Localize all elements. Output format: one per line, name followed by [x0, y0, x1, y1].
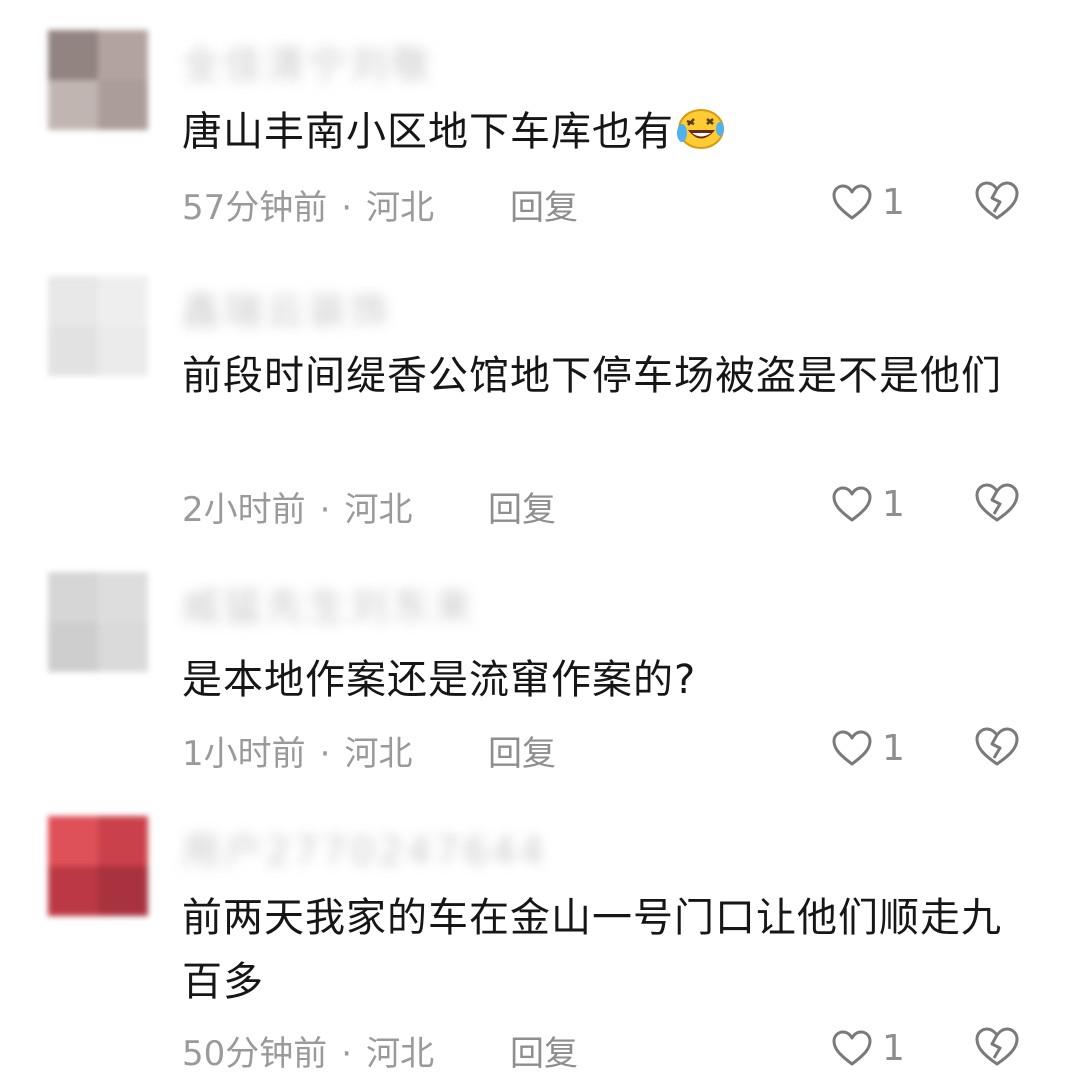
like-button[interactable]: 1 [832, 484, 905, 525]
comment-text: 前段时间缇香公馆地下停车场被盗是不是他们 [182, 353, 1002, 399]
dislike-button[interactable] [974, 726, 1020, 772]
avatar[interactable] [48, 572, 148, 672]
heart-outline-icon [832, 486, 872, 521]
comment-location: 河北 [344, 734, 413, 774]
heart-outline-icon [832, 184, 872, 219]
laughing-crying-emoji-icon [676, 106, 726, 170]
reply-button[interactable]: 回复 [488, 726, 556, 775]
dislike-button[interactable] [974, 1026, 1020, 1072]
comment-text: 前两天我家的车在金山一号门口让他们顺走九百多 [182, 895, 1002, 1005]
comment-text-content: 唐山丰南小区地下车库也有 [182, 109, 674, 155]
username[interactable]: 用户2770247644 [182, 820, 548, 875]
reply-button[interactable]: 回复 [510, 180, 578, 229]
comment-time: 2小时前 [182, 490, 306, 530]
broken-heart-icon [975, 727, 1019, 766]
meta-separator: · [341, 188, 353, 228]
comment-text: 唐山丰南小区地下车库也有 [182, 100, 1002, 170]
comment-location: 河北 [344, 490, 413, 530]
avatar[interactable] [48, 276, 148, 376]
broken-heart-icon [975, 483, 1019, 522]
comment-meta: 1小时前 · 河北 [182, 726, 412, 775]
username[interactable]: 全佳清宁刘敬 [182, 34, 434, 89]
like-button[interactable]: 1 [832, 1028, 905, 1069]
dislike-button[interactable] [974, 180, 1020, 226]
username[interactable]: 鑫瑞云装饰 [182, 280, 392, 335]
heart-outline-icon [832, 1030, 872, 1065]
like-count: 1 [882, 484, 905, 525]
reply-button[interactable]: 回复 [510, 1026, 578, 1075]
comment-time: 1小时前 [182, 734, 306, 774]
comment-meta: 57分钟前 · 河北 [182, 180, 434, 229]
like-button[interactable]: 1 [832, 182, 905, 223]
comment-meta: 2小时前 · 河北 [182, 482, 412, 531]
comment-time: 50分钟前 [182, 1034, 328, 1074]
broken-heart-icon [975, 181, 1019, 220]
reply-button[interactable]: 回复 [488, 482, 556, 531]
avatar[interactable] [48, 30, 148, 130]
like-count: 1 [882, 728, 905, 769]
username[interactable]: 威猛先生刘东来 [182, 576, 476, 631]
meta-separator: · [319, 490, 331, 530]
like-count: 1 [882, 182, 905, 223]
comment-location: 河北 [366, 188, 435, 228]
like-count: 1 [882, 1028, 905, 1069]
heart-outline-icon [832, 730, 872, 765]
meta-separator: · [341, 1034, 353, 1074]
avatar[interactable] [48, 816, 148, 916]
comment-time: 57分钟前 [182, 188, 328, 228]
comment-location: 河北 [366, 1034, 435, 1074]
meta-separator: · [319, 734, 331, 774]
comment-text: 是本地作案还是流窜作案的? [182, 657, 697, 703]
like-button[interactable]: 1 [832, 728, 905, 769]
dislike-button[interactable] [974, 482, 1020, 528]
comment-meta: 50分钟前 · 河北 [182, 1026, 434, 1075]
broken-heart-icon [975, 1027, 1019, 1066]
